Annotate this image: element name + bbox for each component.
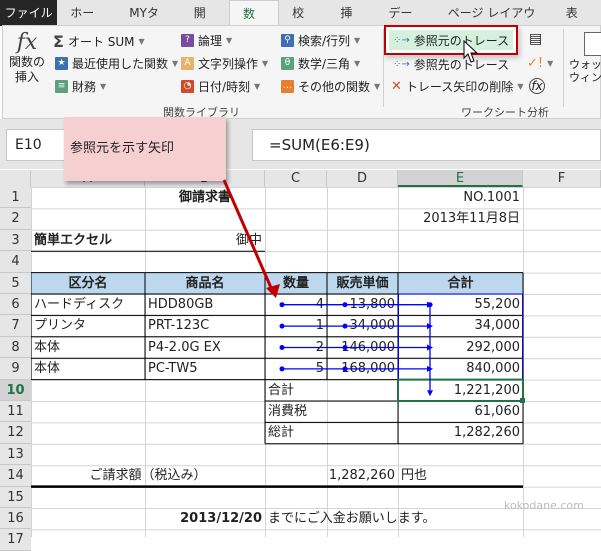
callout-arrow-icon	[0, 0, 601, 537]
